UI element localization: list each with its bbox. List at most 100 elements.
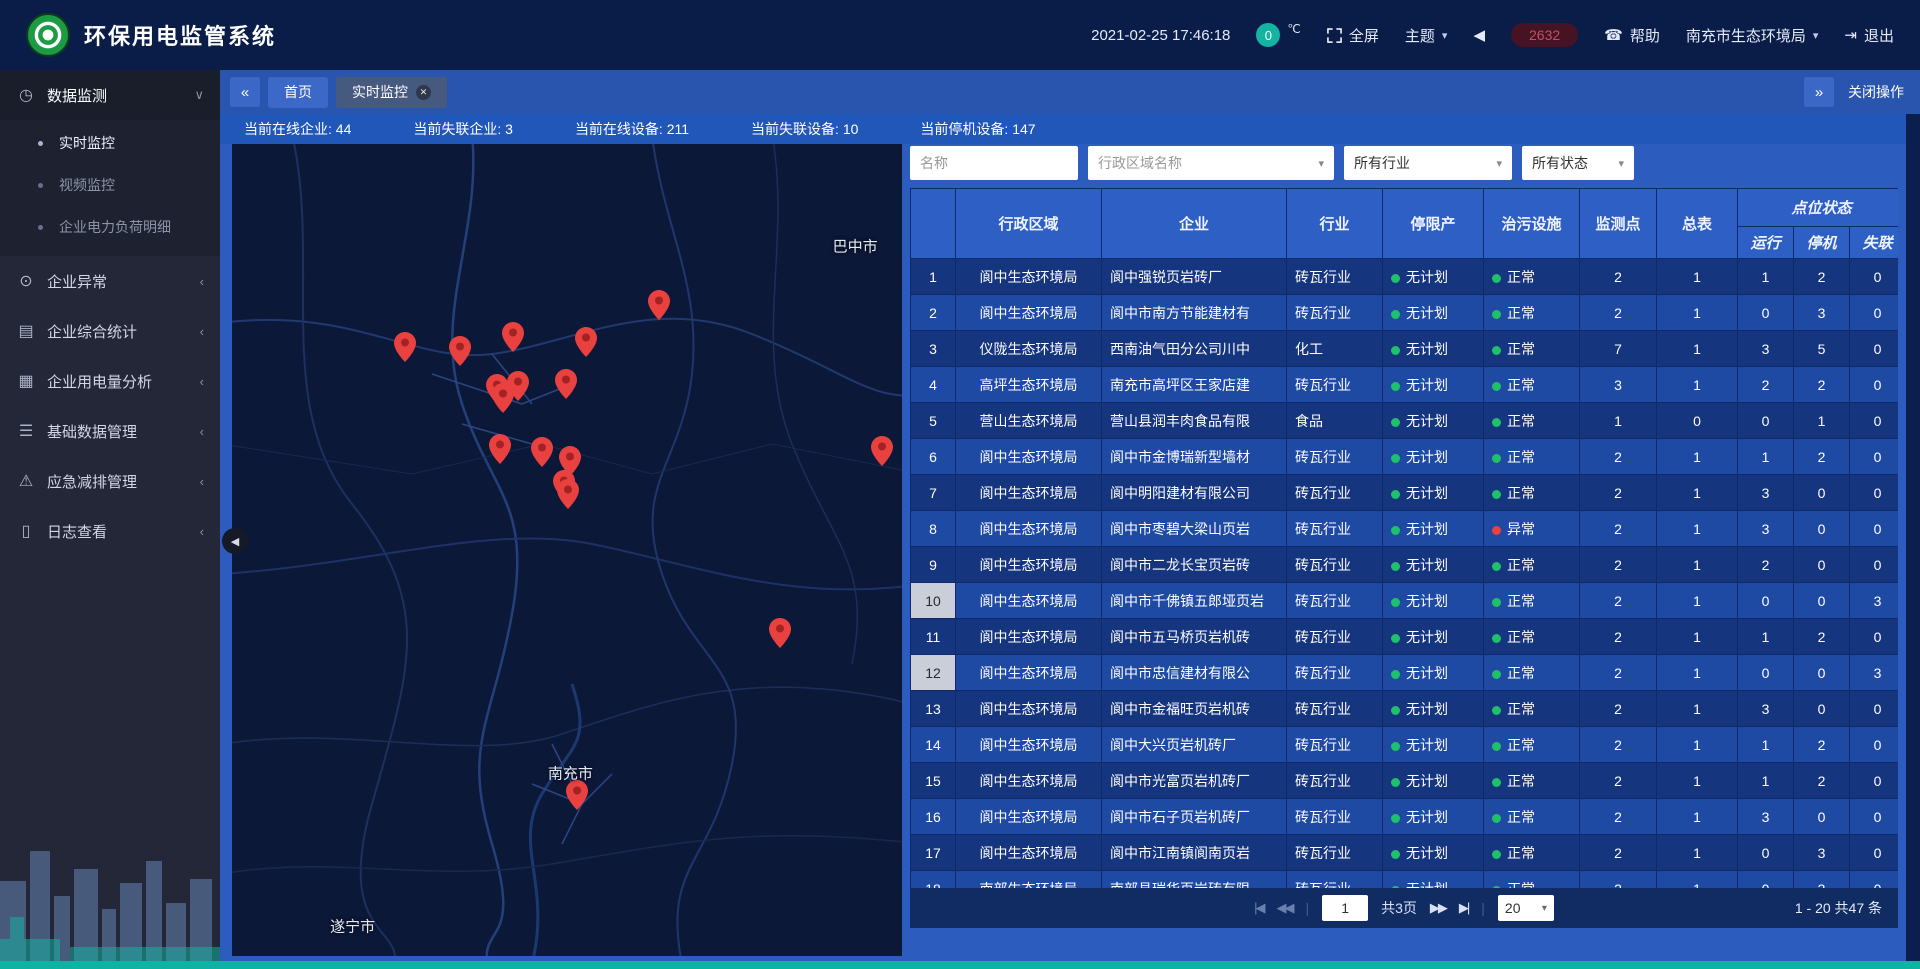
map-pin-icon[interactable] — [502, 322, 524, 352]
sidebar-item-视频监控[interactable]: 视频监控 — [0, 164, 220, 206]
status-dot-green-icon — [1492, 418, 1501, 427]
region-filter-value: 行政区域名称 — [1098, 153, 1182, 173]
table-row[interactable]: 16阆中生态环境局阆中市石子页岩机砖厂砖瓦行业无计划正常21300 — [911, 799, 1899, 835]
city-label-南充市: 南充市 — [548, 763, 593, 784]
cell-company: 阆中市江南镇阆南页岩 — [1102, 835, 1287, 871]
table-row[interactable]: 4高坪生态环境局南充市高坪区王家店建砖瓦行业无计划正常31220 — [911, 367, 1899, 403]
status-filter-select[interactable]: 所有状态 ▾ — [1522, 146, 1634, 180]
table-row[interactable]: 3仪陇生态环境局西南油气田分公司川中化工无计划正常71350 — [911, 331, 1899, 367]
sidebar-group-日志查看[interactable]: ▯日志查看‹ — [0, 506, 220, 556]
map-pin-icon[interactable] — [769, 618, 791, 648]
table-row[interactable]: 13阆中生态环境局阆中市金福旺页岩机砖砖瓦行业无计划正常21300 — [911, 691, 1899, 727]
header-points: 监测点 — [1580, 189, 1657, 259]
page-number-input[interactable] — [1322, 895, 1368, 921]
sidebar-item-实时监控[interactable]: 实时监控 — [0, 122, 220, 164]
table-row[interactable]: 7阆中生态环境局阆中明阳建材有限公司砖瓦行业无计划正常21300 — [911, 475, 1899, 511]
cell-row-no: 10 — [911, 583, 956, 619]
next-page-button[interactable]: ▶▶ — [1430, 900, 1446, 916]
cell-company: 阆中市忠信建材有限公 — [1102, 655, 1287, 691]
cell-meters: 1 — [1657, 691, 1738, 727]
stat-item: 当前失联设备: 10 — [751, 119, 858, 139]
map-pin-icon[interactable] — [648, 290, 670, 320]
name-filter-input[interactable] — [910, 146, 1078, 180]
sound-button[interactable]: ◀ — [1473, 26, 1485, 44]
tab-首页[interactable]: 首页 — [268, 77, 328, 108]
org-dropdown[interactable]: 南充市生态环境局 ▾ — [1686, 25, 1819, 46]
cell-stop: 0 — [1794, 547, 1850, 583]
cell-company: 阆中市南方节能建材有 — [1102, 295, 1287, 331]
cell-run: 0 — [1738, 403, 1794, 439]
sidebar-group-企业异常[interactable]: ⊙企业异常‹ — [0, 256, 220, 306]
stat-value: 147 — [1012, 121, 1035, 137]
cell-row-no: 7 — [911, 475, 956, 511]
theme-dropdown[interactable]: 主题 ▾ — [1405, 25, 1448, 46]
map-panel[interactable]: 巴中市南充市遂宁市 — [232, 144, 902, 956]
table-row[interactable]: 15阆中生态环境局阆中市光富页岩机砖厂砖瓦行业无计划正常21120 — [911, 763, 1899, 799]
cell-lost: 0 — [1850, 619, 1899, 655]
chevron-down-icon: ▾ — [1442, 29, 1448, 42]
help-button[interactable]: ☎ 帮助 — [1604, 25, 1660, 46]
city-skyline-decoration — [0, 791, 220, 961]
cell-stop: 3 — [1794, 835, 1850, 871]
status-dot-green-icon — [1492, 346, 1501, 355]
cell-stop: 0 — [1794, 511, 1850, 547]
cell-stop: 2 — [1794, 763, 1850, 799]
table-row[interactable]: 2阆中生态环境局阆中市南方节能建材有砖瓦行业无计划正常21030 — [911, 295, 1899, 331]
cell-meters: 1 — [1657, 655, 1738, 691]
cell-facility-status: 正常 — [1484, 655, 1580, 691]
table-row[interactable]: 6阆中生态环境局阆中市金博瑞新型墙材砖瓦行业无计划正常21120 — [911, 439, 1899, 475]
tabs-scroll-right-button[interactable]: » — [1804, 77, 1834, 107]
map-pin-icon[interactable] — [575, 327, 597, 357]
tabs-scroll-left-button[interactable]: « — [230, 77, 260, 107]
prev-page-button[interactable]: ◀◀ — [1276, 900, 1292, 916]
tab-close-icon[interactable]: ✕ — [416, 85, 431, 100]
table-row[interactable]: 11阆中生态环境局阆中市五马桥页岩机砖砖瓦行业无计划正常21120 — [911, 619, 1899, 655]
alert-count-badge[interactable]: 2632 — [1511, 23, 1578, 47]
table-row[interactable]: 1阆中生态环境局阆中强锐页岩砖厂砖瓦行业无计划正常21120 — [911, 259, 1899, 295]
first-page-button[interactable]: |◀ — [1254, 900, 1263, 916]
chevron-left-icon: ‹ — [200, 374, 204, 389]
table-row[interactable]: 8阆中生态环境局阆中市枣碧大梁山页岩砖瓦行业无计划异常21300 — [911, 511, 1899, 547]
cell-company: 营山县润丰肉食品有限 — [1102, 403, 1287, 439]
table-row[interactable]: 17阆中生态环境局阆中市江南镇阆南页岩砖瓦行业无计划正常21030 — [911, 835, 1899, 871]
cell-company: 阆中市五马桥页岩机砖 — [1102, 619, 1287, 655]
last-page-button[interactable]: ▶| — [1459, 900, 1468, 916]
sidebar-item-企业电力负荷明细[interactable]: 企业电力负荷明细 — [0, 206, 220, 248]
map-pin-icon[interactable] — [489, 434, 511, 464]
table-row[interactable]: 5营山生态环境局营山县润丰肉食品有限食品无计划正常10010 — [911, 403, 1899, 439]
cell-run: 0 — [1738, 835, 1794, 871]
table-row[interactable]: 9阆中生态环境局阆中市二龙长宝页岩砖砖瓦行业无计划正常21200 — [911, 547, 1899, 583]
fullscreen-button[interactable]: 全屏 — [1327, 25, 1379, 46]
header-meters: 总表 — [1657, 189, 1738, 259]
map-pin-icon[interactable] — [492, 383, 514, 413]
industry-filter-select[interactable]: 所有行业 ▾ — [1344, 146, 1512, 180]
sidebar-group-数据监测[interactable]: ◷数据监测∨ — [0, 70, 220, 120]
cell-meters: 1 — [1657, 583, 1738, 619]
map-pin-icon[interactable] — [449, 336, 471, 366]
bullet-dot-icon — [38, 183, 43, 188]
table-row[interactable]: 14阆中生态环境局阆中大兴页岩机砖厂砖瓦行业无计划正常21120 — [911, 727, 1899, 763]
logout-button[interactable]: ⇥ 退出 — [1844, 25, 1894, 46]
table-row[interactable]: 18南部生态环境局南部县瑞华页岩砖有限砖瓦行业无计划正常21030 — [911, 871, 1899, 889]
chevron-left-icon: ‹ — [200, 524, 204, 539]
cell-row-no: 17 — [911, 835, 956, 871]
map-collapse-button[interactable]: ◀ — [222, 528, 248, 554]
sidebar-group-企业综合统计[interactable]: ▤企业综合统计‹ — [0, 306, 220, 356]
map-pin-icon[interactable] — [557, 479, 579, 509]
cell-facility-status: 异常 — [1484, 511, 1580, 547]
map-pin-icon[interactable] — [394, 332, 416, 362]
sidebar-group-label: 数据监测 — [47, 85, 107, 106]
map-pin-icon[interactable] — [555, 369, 577, 399]
map-pin-icon[interactable] — [531, 437, 553, 467]
sidebar-group-应急减排管理[interactable]: ⚠应急减排管理‹ — [0, 456, 220, 506]
map-pin-icon[interactable] — [566, 780, 588, 810]
tab-实时监控[interactable]: 实时监控✕ — [336, 77, 447, 108]
sidebar-group-基础数据管理[interactable]: ☰基础数据管理‹ — [0, 406, 220, 456]
table-row[interactable]: 10阆中生态环境局阆中市千佛镇五郎垭页岩砖瓦行业无计划正常21003 — [911, 583, 1899, 619]
sidebar-group-企业用电量分析[interactable]: ▦企业用电量分析‹ — [0, 356, 220, 406]
table-row[interactable]: 12阆中生态环境局阆中市忠信建材有限公砖瓦行业无计划正常21003 — [911, 655, 1899, 691]
close-operations-button[interactable]: 关闭操作 — [1848, 82, 1904, 102]
map-pin-icon[interactable] — [871, 436, 893, 466]
page-size-select[interactable]: 20 ▾ — [1498, 895, 1554, 921]
region-filter-select[interactable]: 行政区域名称 ▾ — [1088, 146, 1334, 180]
